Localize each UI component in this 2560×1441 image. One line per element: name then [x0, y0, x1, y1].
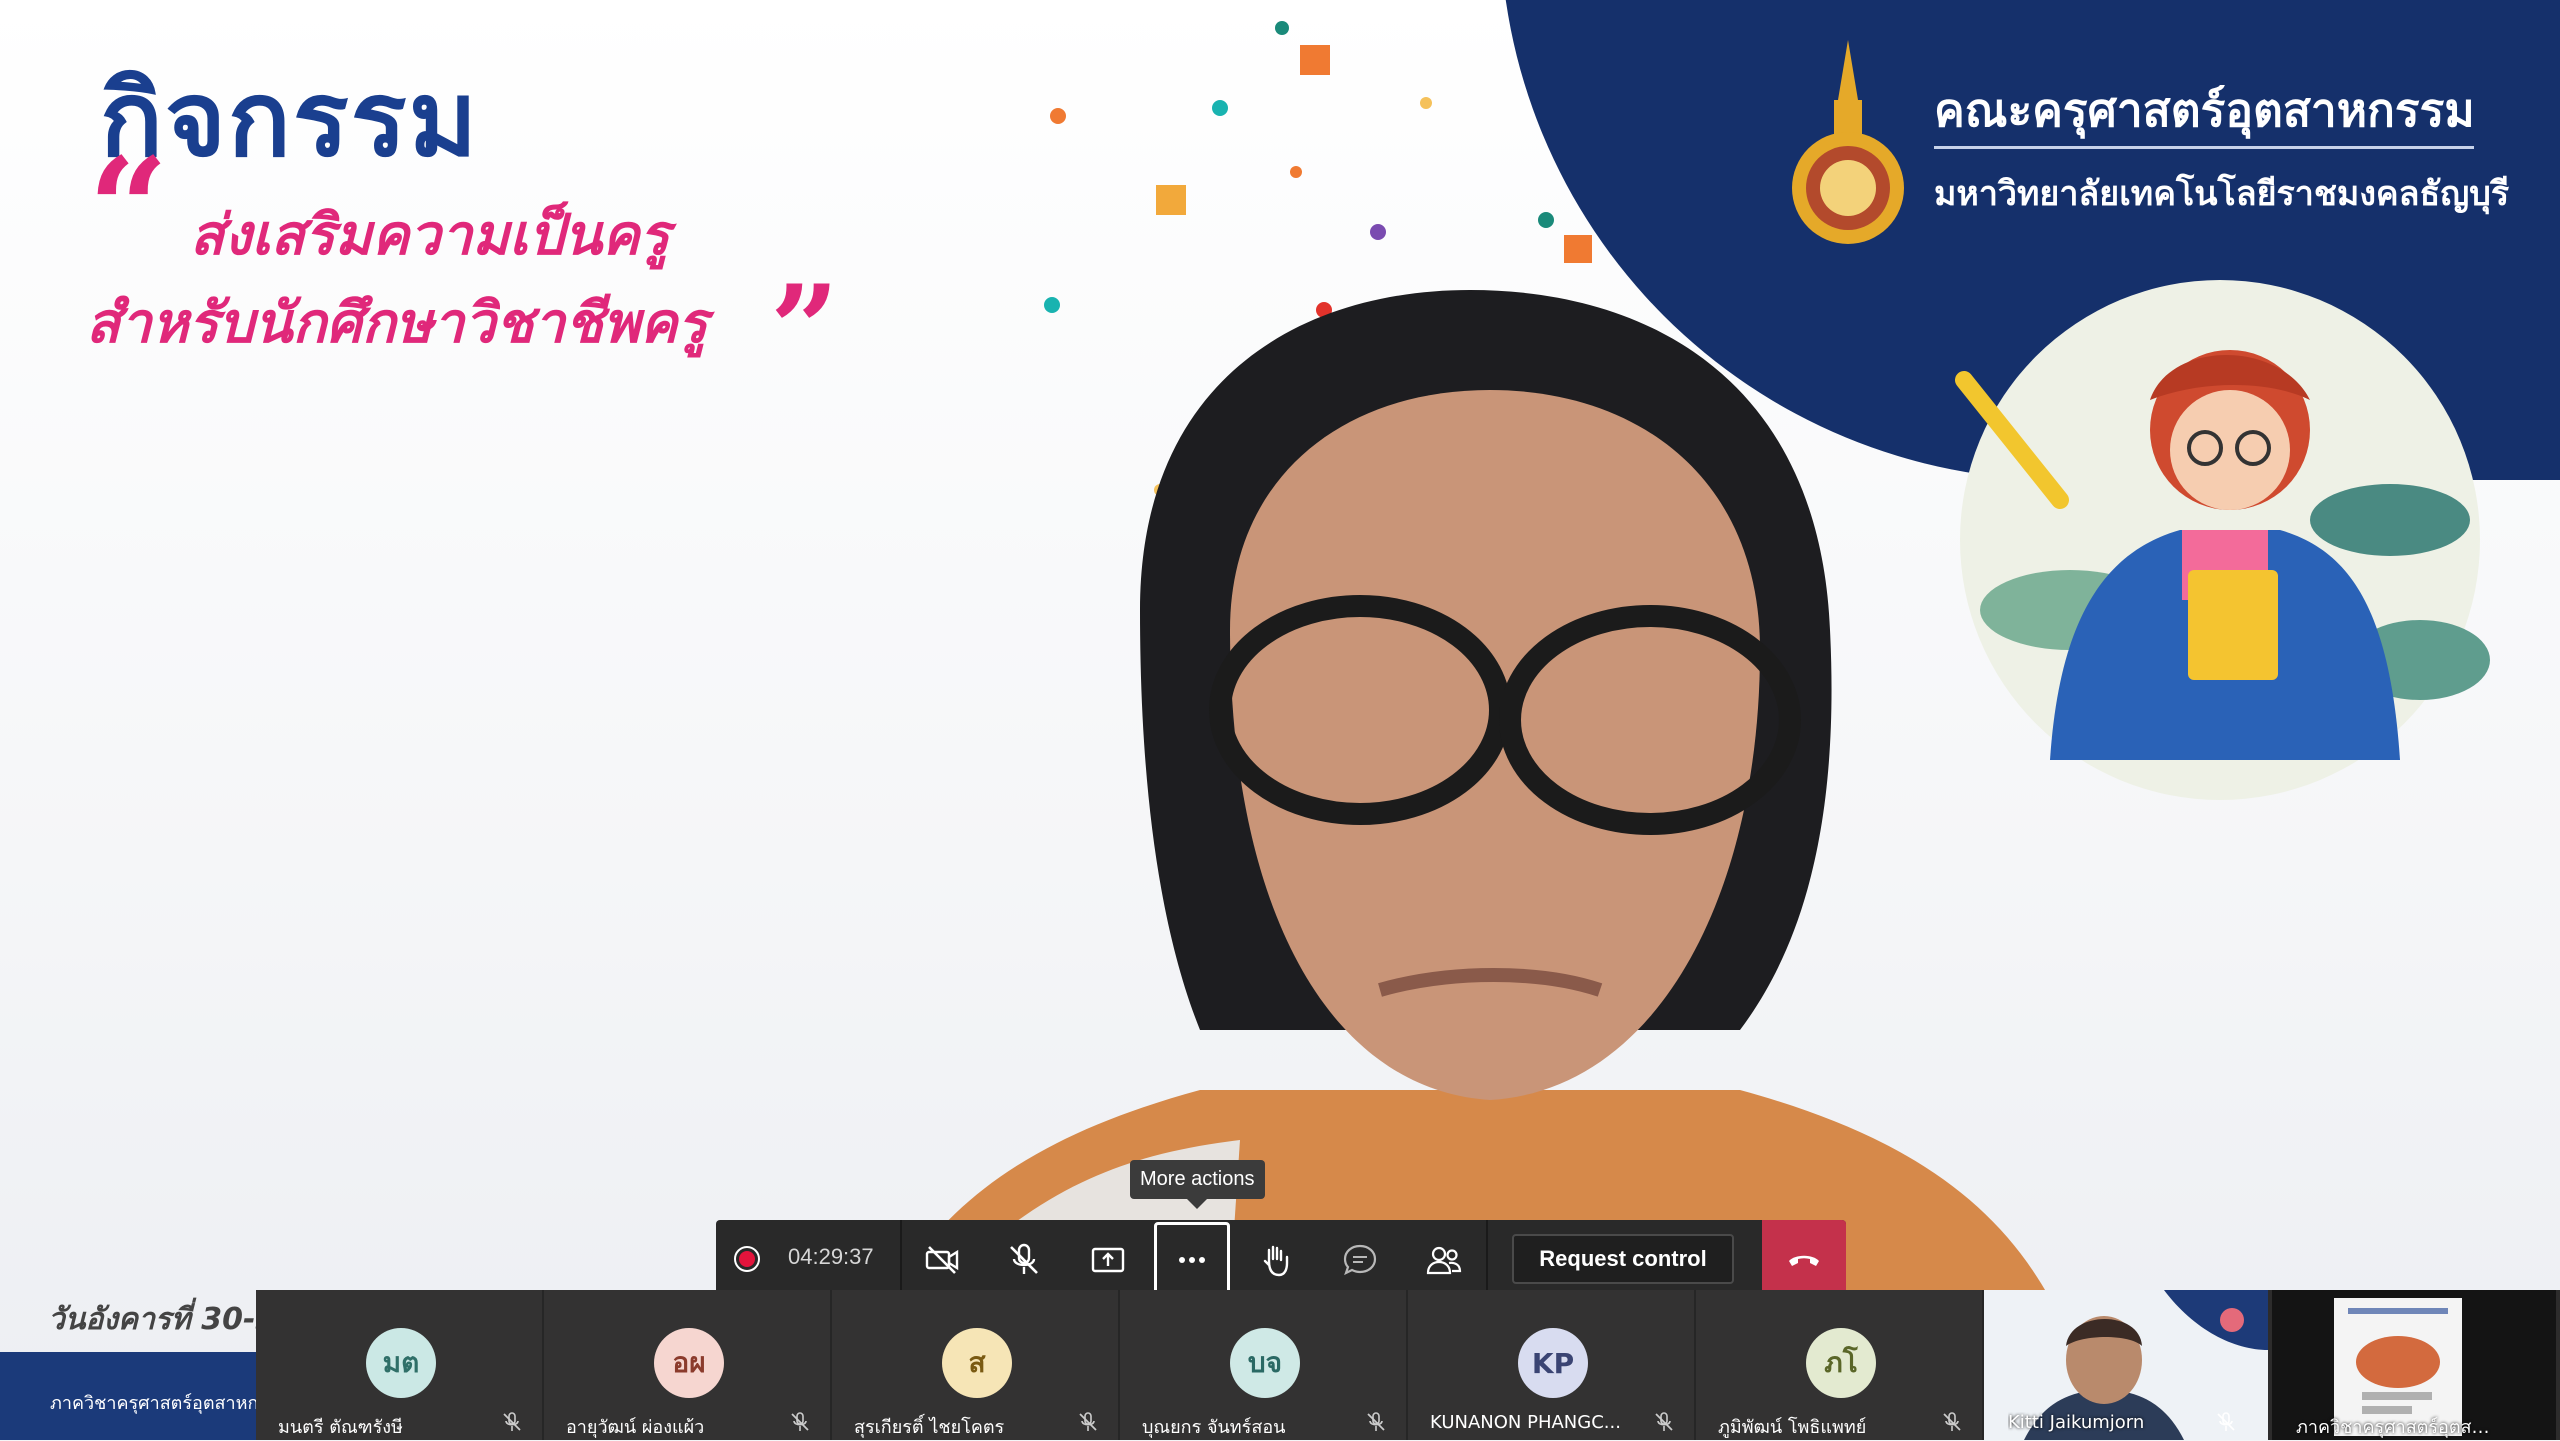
- toolbar-divider: [900, 1220, 902, 1300]
- department-label: ภาควิชาครุศาสตร์อุตสาหก: [50, 1393, 259, 1414]
- avatar: ส: [942, 1328, 1012, 1398]
- mic-off-icon: [503, 1412, 521, 1431]
- university-name: มหาวิทยาลัยเทคโนโลยีราชมงคลธัญบุรี: [1934, 174, 2510, 214]
- raise-hand-button[interactable]: [1238, 1224, 1314, 1296]
- avatar: บจ: [1230, 1328, 1300, 1398]
- participant-tile[interactable]: มต มนตรี ตัณฑรังษี: [256, 1290, 544, 1440]
- meeting-timer: 04:29:37: [788, 1244, 874, 1269]
- university-seal-logo: [1792, 40, 1904, 244]
- participant-name: สุรเกียรติ์ ไชยโคตร: [854, 1417, 1005, 1438]
- mic-off-icon: [1943, 1412, 1961, 1431]
- participant-video-tile[interactable]: Kitti Jaikumjorn: [1984, 1290, 2268, 1440]
- participant-name: อายุวัฒน์ ผ่องแผ้ว: [566, 1417, 705, 1438]
- participant-name: KUNANON PHANGC...: [1430, 1412, 1621, 1433]
- mic-off-icon: [791, 1412, 809, 1431]
- open-quote-mark: “: [88, 128, 169, 292]
- slide-quote-line-2: สำหรับนักศึกษาวิชาชีพครู: [86, 291, 708, 356]
- share-screen-button[interactable]: [1070, 1224, 1146, 1296]
- participant-video-tile[interactable]: ภาควิชาครุศาสตร์อุตสาหกรร...: [2272, 1290, 2556, 1440]
- participant-tile[interactable]: บจ บุณยกร จันทร์สอน: [1120, 1290, 1408, 1440]
- participant-name: ภาควิชาครุศาสตร์อุตสาหกรร...: [2296, 1417, 2496, 1438]
- avatar: มต: [366, 1328, 436, 1398]
- close-quote-mark: ”: [770, 259, 840, 400]
- meeting-control-bar: 04:29:37 Request control: [716, 1220, 1846, 1300]
- mic-off-icon: [2217, 1412, 2235, 1431]
- faculty-name: คณะครุศาสตร์อุตสาหกรรม: [1934, 83, 2475, 137]
- hang-up-icon: [1789, 1255, 1819, 1266]
- participant-tile[interactable]: KP KUNANON PHANGC...: [1408, 1290, 1696, 1440]
- participant-tile[interactable]: ภโ ภูมิพัฒน์ โพธิแพทย์: [1696, 1290, 1984, 1440]
- participant-tile[interactable]: ส สุรเกียรติ์ ไชยโคตร: [832, 1290, 1120, 1440]
- participant-name: Kitti Jaikumjorn: [2008, 1412, 2145, 1433]
- mic-off-icon: [1010, 1243, 1038, 1274]
- mic-toggle-button[interactable]: [986, 1224, 1062, 1296]
- participants-icon: [1426, 1246, 1462, 1275]
- avatar: KP: [1518, 1328, 1588, 1398]
- avatar: ภโ: [1806, 1328, 1876, 1398]
- slide-quote-line-1: ส่งเสริมความเป็นครู: [190, 203, 670, 268]
- more-actions-icon: [1179, 1257, 1205, 1263]
- request-control-button[interactable]: Request control: [1512, 1234, 1734, 1284]
- more-actions-tooltip: More actions: [1130, 1160, 1265, 1209]
- mic-off-icon: [1367, 1412, 1385, 1431]
- participant-name: ภูมิพัฒน์ โพธิแพทย์: [1718, 1417, 1867, 1438]
- chat-button[interactable]: [1322, 1224, 1398, 1296]
- raise-hand-icon: [1263, 1245, 1289, 1277]
- participant-tile[interactable]: อผ อายุวัฒน์ ผ่องแผ้ว: [544, 1290, 832, 1440]
- participant-strip: มต มนตรี ตัณฑรังษี อผ อายุวัฒน์ ผ่องแผ้ว…: [256, 1290, 2560, 1440]
- participants-button[interactable]: [1406, 1224, 1482, 1296]
- mic-off-icon: [1079, 1412, 1097, 1431]
- share-screen-icon: [1091, 1247, 1125, 1273]
- hang-up-button[interactable]: [1762, 1220, 1846, 1300]
- avatar: อผ: [654, 1328, 724, 1398]
- chat-icon: [1343, 1244, 1377, 1276]
- camera-toggle-button[interactable]: [904, 1224, 980, 1296]
- toolbar-divider: [1486, 1220, 1488, 1300]
- faculty-divider: [1934, 146, 2474, 149]
- camera-off-icon: [925, 1246, 959, 1274]
- more-actions-button[interactable]: [1154, 1222, 1230, 1298]
- recording-indicator-icon: [734, 1246, 760, 1272]
- participant-name: มนตรี ตัณฑรังษี: [278, 1417, 403, 1438]
- participant-name: บุณยกร จันทร์สอน: [1142, 1417, 1286, 1438]
- mic-off-icon: [1655, 1412, 1673, 1431]
